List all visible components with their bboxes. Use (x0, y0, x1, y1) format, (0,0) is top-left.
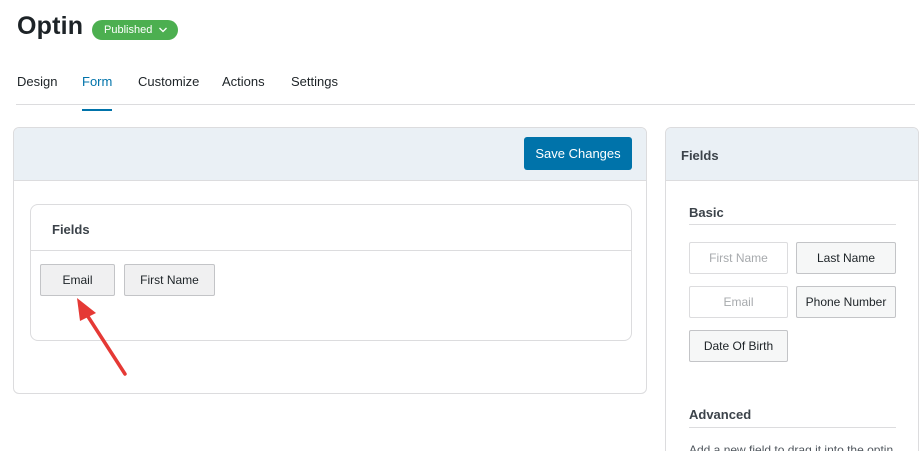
sidebar-title: Fields (666, 128, 918, 181)
sidebar-field-first-name[interactable]: First Name (689, 242, 788, 274)
advanced-section-title: Advanced (689, 407, 752, 422)
sidebar-field-last-name[interactable]: Last Name (796, 242, 896, 274)
tab-customize[interactable]: Customize (138, 74, 199, 109)
form-field-first-name[interactable]: First Name (124, 264, 215, 296)
chevron-down-icon (159, 27, 168, 33)
basic-section-title: Basic (689, 205, 724, 220)
sidebar-field-date-of-birth[interactable]: Date Of Birth (689, 330, 788, 362)
tab-settings[interactable]: Settings (291, 74, 338, 109)
builder-header: Save Changes (14, 128, 646, 181)
page-title: Optin (17, 12, 84, 40)
sidebar-field-phone-number[interactable]: Phone Number (796, 286, 896, 318)
tab-design[interactable]: Design (17, 74, 57, 109)
fields-sidebar: Fields Basic First Name Last Name Email … (665, 127, 919, 451)
fields-dropzone[interactable]: Fields Email First Name (30, 204, 632, 341)
form-field-email[interactable]: Email (40, 264, 115, 296)
tab-form[interactable]: Form (82, 74, 113, 111)
sidebar-field-email[interactable]: Email (689, 286, 788, 318)
fields-dropzone-title: Fields (31, 205, 631, 251)
save-changes-button[interactable]: Save Changes (524, 137, 632, 170)
advanced-note: Add a new field to drag it into the opti… (689, 443, 894, 451)
basic-divider (689, 224, 896, 225)
status-badge[interactable]: Published (92, 20, 179, 40)
tab-bar: Design Form Customize Actions Settings (16, 66, 915, 111)
form-builder-panel: Save Changes Fields Email First Name (13, 127, 647, 394)
advanced-divider (689, 427, 896, 428)
tab-actions[interactable]: Actions (222, 74, 265, 109)
status-label: Published (104, 24, 153, 36)
